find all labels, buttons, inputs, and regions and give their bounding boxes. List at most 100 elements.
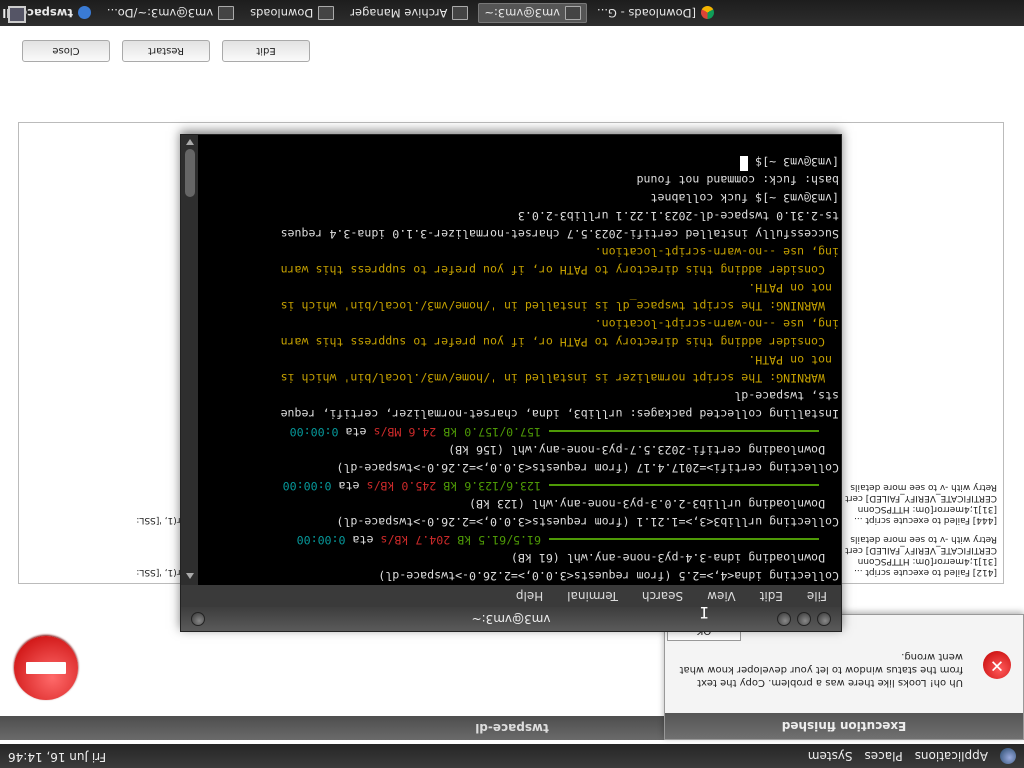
terminal-icon — [565, 6, 582, 20]
applications-icon[interactable] — [1000, 748, 1016, 764]
terminal-line: not on PATH. — [276, 279, 839, 297]
terminal-text: sts, twspace-dl — [734, 389, 839, 403]
terminal-text: ing, use --no-warn-script-location. — [594, 317, 839, 331]
terminal-line: bash: fuck: command not found — [276, 171, 839, 189]
terminal-scrollbar[interactable] — [181, 135, 198, 585]
taskbar-item[interactable]: vm3@vm3:~ — [478, 3, 588, 23]
show-desktop-icon[interactable] — [8, 6, 26, 23]
progress-speed: 24.6 MB/s — [373, 425, 437, 439]
progress-size: 123.6/123.6 kB — [443, 479, 541, 493]
taskbar-item-label: Downloads — [250, 6, 314, 20]
terminal-text: Downloading idna-3.4-py3-none-any.whl (6… — [510, 551, 839, 565]
terminal-title: vm3@vm3:~ — [471, 612, 551, 626]
taskbar-item[interactable]: Downloads — [244, 3, 340, 23]
status-line: [444] Failed to execute script ... — [853, 515, 997, 525]
terminal-line: 157.0/157.0 kB 24.6 MB/s eta 0:00:00 — [276, 423, 839, 441]
menu-file[interactable]: File — [807, 589, 827, 603]
progress-size: 61.5/61.5 kB — [457, 533, 541, 547]
terminal-text: WARNING: The script twspace_dl is instal… — [280, 299, 839, 313]
scroll-down-icon[interactable] — [186, 139, 194, 145]
terminal-text: Consider adding this directory to PATH o… — [280, 263, 839, 277]
menu-system[interactable]: System — [808, 749, 853, 763]
text-cursor-icon: I — [699, 603, 709, 622]
terminal-text: WARNING: The script normalizer is instal… — [280, 371, 839, 385]
error-dialog: Execution finished ✕ Uh oh! Looks like t… — [664, 614, 1024, 740]
minimize-icon[interactable] — [817, 612, 831, 626]
app-title: twspace-dl — [475, 721, 549, 735]
terminal-text: Consider adding this directory to PATH o… — [280, 335, 839, 349]
stop-icon — [14, 636, 78, 700]
terminal-text: Collecting certifi>=2017.4.17 (from requ… — [336, 461, 839, 475]
progress-bar — [549, 538, 819, 541]
close-button[interactable]: Close — [22, 40, 110, 62]
menu-terminal[interactable]: Terminal — [567, 589, 618, 603]
maximize-icon[interactable] — [797, 612, 811, 626]
progress-speed: 204.7 kB/s — [380, 533, 451, 547]
menu-applications[interactable]: Applications — [915, 749, 988, 763]
taskbar-item[interactable]: Archive Manager — [344, 3, 474, 23]
terminal-output[interactable]: Collecting idna<4,>=2.5 (from requests<3… — [198, 135, 841, 585]
status-line: [412] Failed to execute script ... — [853, 567, 997, 577]
menu-search[interactable]: Search — [642, 589, 683, 603]
terminal-line: 123.6/123.6 kB 245.0 kB/s eta 0:00:00 — [276, 477, 839, 495]
menu-edit[interactable]: Edit — [760, 589, 783, 603]
taskbar: [Downloads - G... vm3@vm3:~ Archive Manage… — [0, 0, 1024, 26]
error-message: Uh oh! Looks like there was a problem. C… — [679, 651, 963, 688]
folder-icon — [318, 6, 335, 20]
progress-time: 0:00:00 — [296, 533, 346, 547]
progress-size: 157.0/157.0 kB — [443, 425, 541, 439]
chrome-icon — [701, 6, 714, 20]
progress-time: 0:00:00 — [289, 425, 339, 439]
terminal-text: Installing collected packages: urllib3, … — [280, 407, 839, 421]
close-icon[interactable] — [777, 612, 791, 626]
terminal-line: Downloading certifi-2023.5.7-py3-none-an… — [276, 441, 839, 459]
menu-help[interactable]: Help — [516, 589, 543, 603]
progress-bar — [549, 484, 819, 487]
scroll-up-icon[interactable] — [186, 573, 194, 579]
window-menu-icon[interactable] — [191, 612, 205, 626]
terminal-text: ts-2.31.0 twspace-dl-2023.1.22.1 urllib3… — [517, 209, 839, 223]
terminal-text: Successfully installed certifi-2023.5.7 … — [280, 227, 839, 241]
taskbar-item-label: vm3@vm3:~ — [484, 6, 561, 20]
menu-places[interactable]: Places — [865, 749, 903, 763]
terminal-line: Consider adding this directory to PATH o… — [276, 333, 839, 351]
terminal-line: WARNING: The script twspace_dl is instal… — [276, 297, 839, 315]
terminal-line: WARNING: The script normalizer is instal… — [276, 369, 839, 387]
status-line: [31]1;4merror[0m: HTTPSConn — [857, 556, 997, 566]
terminal-text: [vm3@vm3 ~]$ — [748, 155, 839, 169]
taskbar-item[interactable]: vm3@vm3:~/Do... — [101, 3, 240, 23]
terminal-lines: Collecting idna<4,>=2.5 (from requests<3… — [276, 153, 839, 585]
terminal-line: Consider adding this directory to PATH o… — [276, 261, 839, 279]
terminal-text: not on PATH. — [748, 353, 839, 367]
terminal-cursor — [740, 156, 749, 171]
error-icon: ✕ — [983, 651, 1011, 679]
desktop-screen: Applications Places System Fri Jun 16, 1… — [0, 0, 1024, 768]
progress-eta: eta — [352, 533, 374, 547]
terminal-line: ts-2.31.0 twspace-dl-2023.1.22.1 urllib3… — [276, 207, 839, 225]
terminal-text: Collecting idna<4,>=2.5 (from requests<3… — [378, 569, 839, 583]
terminal-icon — [218, 6, 235, 20]
progress-bar — [549, 430, 819, 433]
terminal-line: ing, use --no-warn-script-location. — [276, 315, 839, 333]
restart-button[interactable]: Restart — [122, 40, 210, 62]
terminal-titlebar[interactable]: vm3@vm3:~ — [181, 607, 841, 631]
scrollbar-thumb[interactable] — [185, 149, 195, 197]
terminal-line: ing, use --no-warn-script-location. — [276, 243, 839, 261]
terminal-line: Collecting certifi>=2017.4.17 (from requ… — [276, 459, 839, 477]
status-line: CERTIFICATE_VERIFY_FAILED] cert — [845, 493, 997, 503]
panel-clock[interactable]: Fri Jun 16, 14:46 — [8, 750, 106, 764]
menu-view[interactable]: View — [707, 589, 735, 603]
edit-button[interactable]: Edit — [222, 40, 310, 62]
terminal-window[interactable]: vm3@vm3:~ File Edit View Search Terminal… — [180, 134, 842, 632]
terminal-line: 61.5/61.5 kB 204.7 kB/s eta 0:00:00 — [276, 531, 839, 549]
progress-eta: eta — [338, 479, 360, 493]
terminal-line: Collecting urllib3<3,>=1.21.1 (from requ… — [276, 513, 839, 531]
archive-icon — [452, 6, 469, 20]
terminal-line: Installing collected packages: urllib3, … — [276, 405, 839, 423]
taskbar-item[interactable]: [Downloads - G... — [591, 3, 720, 23]
progress-time: 0:00:00 — [282, 479, 332, 493]
taskbar-item-label: [Downloads - G... — [597, 6, 696, 20]
terminal-line: Successfully installed certifi-2023.5.7 … — [276, 225, 839, 243]
status-line: CERTIFICATE_VERIFY_FAILED] cert — [845, 545, 997, 555]
terminal-text: Downloading urllib3-2.0.3-py3-none-any.w… — [469, 497, 839, 511]
